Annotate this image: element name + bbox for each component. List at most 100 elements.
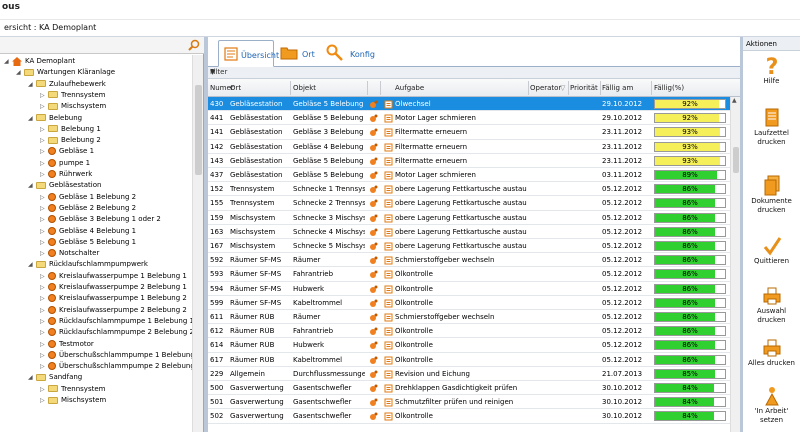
- table-row[interactable]: 599 Räumer SF-MS Kabeltrommel Ölkontrolle 05…: [208, 296, 730, 310]
- tree-item[interactable]: ▷ Gebläse 5 Belebung 1: [40, 237, 136, 248]
- expand-arrow-icon[interactable]: ◢: [28, 113, 36, 124]
- collapse-arrow-icon[interactable]: ▷: [40, 248, 48, 259]
- table-row[interactable]: 611 Räumer RÜB Räumer Schmierstoffgeber wec…: [208, 310, 730, 325]
- tree-item[interactable]: ▷ pumpe 1: [40, 158, 90, 169]
- column-header-operator[interactable]: Operator: [530, 84, 561, 92]
- tree-item[interactable]: ▷ Trennsystem: [40, 90, 105, 101]
- collapse-arrow-icon[interactable]: ▷: [40, 293, 48, 304]
- tree-item[interactable]: ▷ Kreislaufwasserpumpe 2 Belebung 1: [40, 282, 187, 293]
- collapse-arrow-icon[interactable]: ▷: [40, 282, 48, 293]
- collapse-arrow-icon[interactable]: ▷: [40, 169, 48, 180]
- table-row[interactable]: 501 Gasverwertung Gasentschwefler Schmutzfi…: [208, 395, 730, 410]
- tree-item[interactable]: ▷ Überschußschlammpumpe 1 Belebung 1: [40, 350, 192, 361]
- scroll-up-icon[interactable]: ▲: [732, 97, 737, 104]
- collapse-arrow-icon[interactable]: ▷: [40, 361, 48, 372]
- tree-item[interactable]: ▷ Testmotor: [40, 339, 94, 350]
- table-row[interactable]: 163 Mischsystem Schnecke 4 Mischsystem ober…: [208, 225, 730, 239]
- collapse-arrow-icon[interactable]: ▷: [40, 226, 48, 237]
- column-header-faellig-am[interactable]: Fällig am: [602, 84, 633, 92]
- column-header-aufgabe[interactable]: Aufgabe: [395, 84, 424, 92]
- tree-item[interactable]: ▷ Rücklaufschlammpumpe 2 Belebung 2: [40, 327, 192, 338]
- collapse-arrow-icon[interactable]: ▷: [40, 316, 48, 327]
- collapse-arrow-icon[interactable]: ▷: [40, 203, 48, 214]
- tree-item[interactable]: ▷ Kreislaufwasserpumpe 2 Belebung 2: [40, 305, 187, 316]
- filter-bar[interactable]: Filter ▼: [208, 67, 740, 79]
- tree-item[interactable]: ◢ Rücklaufschlammpumpwerk: [28, 259, 148, 270]
- table-row[interactable]: 152 Trennsystem Schnecke 1 Trennsystem ober…: [208, 182, 730, 197]
- chevron-down-icon[interactable]: ▼: [210, 68, 736, 76]
- collapse-arrow-icon[interactable]: ▷: [40, 90, 48, 101]
- column-header-objekt[interactable]: Objekt: [293, 84, 316, 92]
- tree-item[interactable]: ▷ Gebläse 2 Belebung 2: [40, 203, 136, 214]
- column-header-ort[interactable]: Ort: [230, 84, 241, 92]
- tree-item[interactable]: ▷ Gebläse 1: [40, 146, 94, 157]
- table-row[interactable]: 592 Räumer SF-MS Räumer Schmierstoffgeber w…: [208, 253, 730, 268]
- expand-arrow-icon[interactable]: ◢: [28, 180, 36, 191]
- acknowledge-button[interactable]: Quittieren: [743, 235, 800, 266]
- tree-item[interactable]: ▷ Gebläse 4 Belebung 1: [40, 226, 136, 237]
- tree-item[interactable]: ▷ Gebläse 1 Belebung 2: [40, 192, 136, 203]
- table-row[interactable]: 142 Gebläsestation Gebläse 4 Belebung 1 Fil…: [208, 140, 730, 154]
- collapse-arrow-icon[interactable]: ▷: [40, 395, 48, 406]
- tree-item[interactable]: ▷ Trennsystem: [40, 384, 105, 395]
- collapse-arrow-icon[interactable]: ▷: [40, 124, 48, 135]
- table-row[interactable]: 502 Gasverwertung Gasentschwefler Ölkontrol…: [208, 409, 730, 424]
- help-button[interactable]: ? Hilfe: [743, 55, 800, 86]
- expand-arrow-icon[interactable]: ◢: [28, 372, 36, 383]
- table-row[interactable]: 437 Gebläsestation Gebläse 5 Belebung 2 Mot…: [208, 168, 730, 183]
- tree-item[interactable]: ▷ Belebung 1: [40, 124, 101, 135]
- collapse-arrow-icon[interactable]: ▷: [40, 327, 48, 338]
- table-row[interactable]: 159 Mischsystem Schnecke 3 Mischsystem ober…: [208, 211, 730, 225]
- table-row[interactable]: 441 Gebläsestation Gebläse 5 Belebung 1 Mot…: [208, 111, 730, 126]
- tree-scrollbar-thumb[interactable]: [195, 85, 202, 175]
- table-row[interactable]: 141 Gebläsestation Gebläse 3 Belebung 1 od…: [208, 125, 730, 140]
- tree-item[interactable]: ▷ Rührwerk: [40, 169, 92, 180]
- table-row[interactable]: 500 Gasverwertung Gasentschwefler Drehklapp…: [208, 381, 730, 396]
- table-row[interactable]: 143 Gebläsestation Gebläse 5 Belebung 1 Fil…: [208, 154, 730, 168]
- print-selection-button[interactable]: Auswahl drucken: [743, 285, 800, 325]
- tab-ort[interactable]: Ort: [280, 40, 320, 67]
- collapse-arrow-icon[interactable]: ▷: [40, 305, 48, 316]
- collapse-arrow-icon[interactable]: ▷: [40, 271, 48, 282]
- tree-item[interactable]: ◢ Gebläsestation: [28, 180, 101, 191]
- table-row[interactable]: 614 Räumer RÜB Hubwerk Ölkontrolle 05.12.201…: [208, 338, 730, 353]
- collapse-arrow-icon[interactable]: ▷: [40, 146, 48, 157]
- tree-item[interactable]: ▷ Notschalter: [40, 248, 99, 259]
- tree-item[interactable]: ◢ Sandfang: [28, 372, 82, 383]
- grid-scrollbar-thumb[interactable]: [733, 147, 739, 173]
- tree-scrollbar[interactable]: [192, 55, 203, 432]
- search-icon[interactable]: [188, 39, 200, 51]
- set-in-progress-button[interactable]: 'In Arbeit' setzen: [743, 385, 800, 425]
- tree-item[interactable]: ▷ Kreislaufwasserpumpe 1 Belebung 1: [40, 271, 187, 282]
- table-row[interactable]: 617 Räumer RÜB Kabeltrommel Ölkontrolle 05.1…: [208, 353, 730, 367]
- collapse-arrow-icon[interactable]: ▷: [40, 192, 48, 203]
- tree-item[interactable]: ▷ Überschußschlammpumpe 2 Belebung 2: [40, 361, 192, 372]
- table-row[interactable]: 593 Räumer SF-MS Fahrantrieb Ölkontrolle 05.…: [208, 267, 730, 282]
- collapse-arrow-icon[interactable]: ▷: [40, 214, 48, 225]
- tab-overview[interactable]: Übersicht: [218, 40, 279, 67]
- filter-funnel-icon[interactable]: ▽: [560, 84, 565, 92]
- collapse-arrow-icon[interactable]: ▷: [40, 339, 48, 350]
- tree-item[interactable]: ▷ Kreislaufwasserpumpe 1 Belebung 2: [40, 293, 187, 304]
- print-route-sheet-button[interactable]: Laufzettel drucken: [743, 107, 800, 147]
- tree-item[interactable]: ▷ Mischsystem: [40, 395, 106, 406]
- print-documents-button[interactable]: Dokumente drucken: [743, 175, 800, 215]
- tree-item[interactable]: ▷ Mischsystem: [40, 101, 106, 112]
- table-row[interactable]: 155 Trennsystem Schnecke 2 Trennsystem ober…: [208, 196, 730, 211]
- tree-item[interactable]: ▷ Rücklaufschlammpumpe 1 Belebung 1: [40, 316, 192, 327]
- table-row[interactable]: 167 Mischsystem Schnecke 5 Mischsystem ober…: [208, 239, 730, 254]
- collapse-arrow-icon[interactable]: ▷: [40, 384, 48, 395]
- column-header-faellig-pct[interactable]: Fällig(%): [654, 84, 684, 92]
- tree-item[interactable]: ▷ Gebläse 3 Belebung 1 oder 2: [40, 214, 161, 225]
- expand-arrow-icon[interactable]: ◢: [16, 67, 24, 78]
- tree-item[interactable]: ▷ Belebung 2: [40, 135, 101, 146]
- expand-arrow-icon[interactable]: ◢: [4, 56, 12, 67]
- expand-arrow-icon[interactable]: ◢: [28, 259, 36, 270]
- table-row[interactable]: 229 Allgemein Durchflussmessungen Revision …: [208, 367, 730, 381]
- collapse-arrow-icon[interactable]: ▷: [40, 135, 48, 146]
- tree-item[interactable]: ◢ Belebung: [28, 113, 82, 124]
- expand-arrow-icon[interactable]: ◢: [28, 79, 36, 90]
- table-row[interactable]: 594 Räumer SF-MS Hubwerk Ölkontrolle 05.12.2…: [208, 282, 730, 296]
- column-header-prioritaet[interactable]: Priorität: [570, 84, 598, 92]
- table-row[interactable]: 612 Räumer RÜB Fahrantrieb Ölkontrolle 05.12…: [208, 324, 730, 339]
